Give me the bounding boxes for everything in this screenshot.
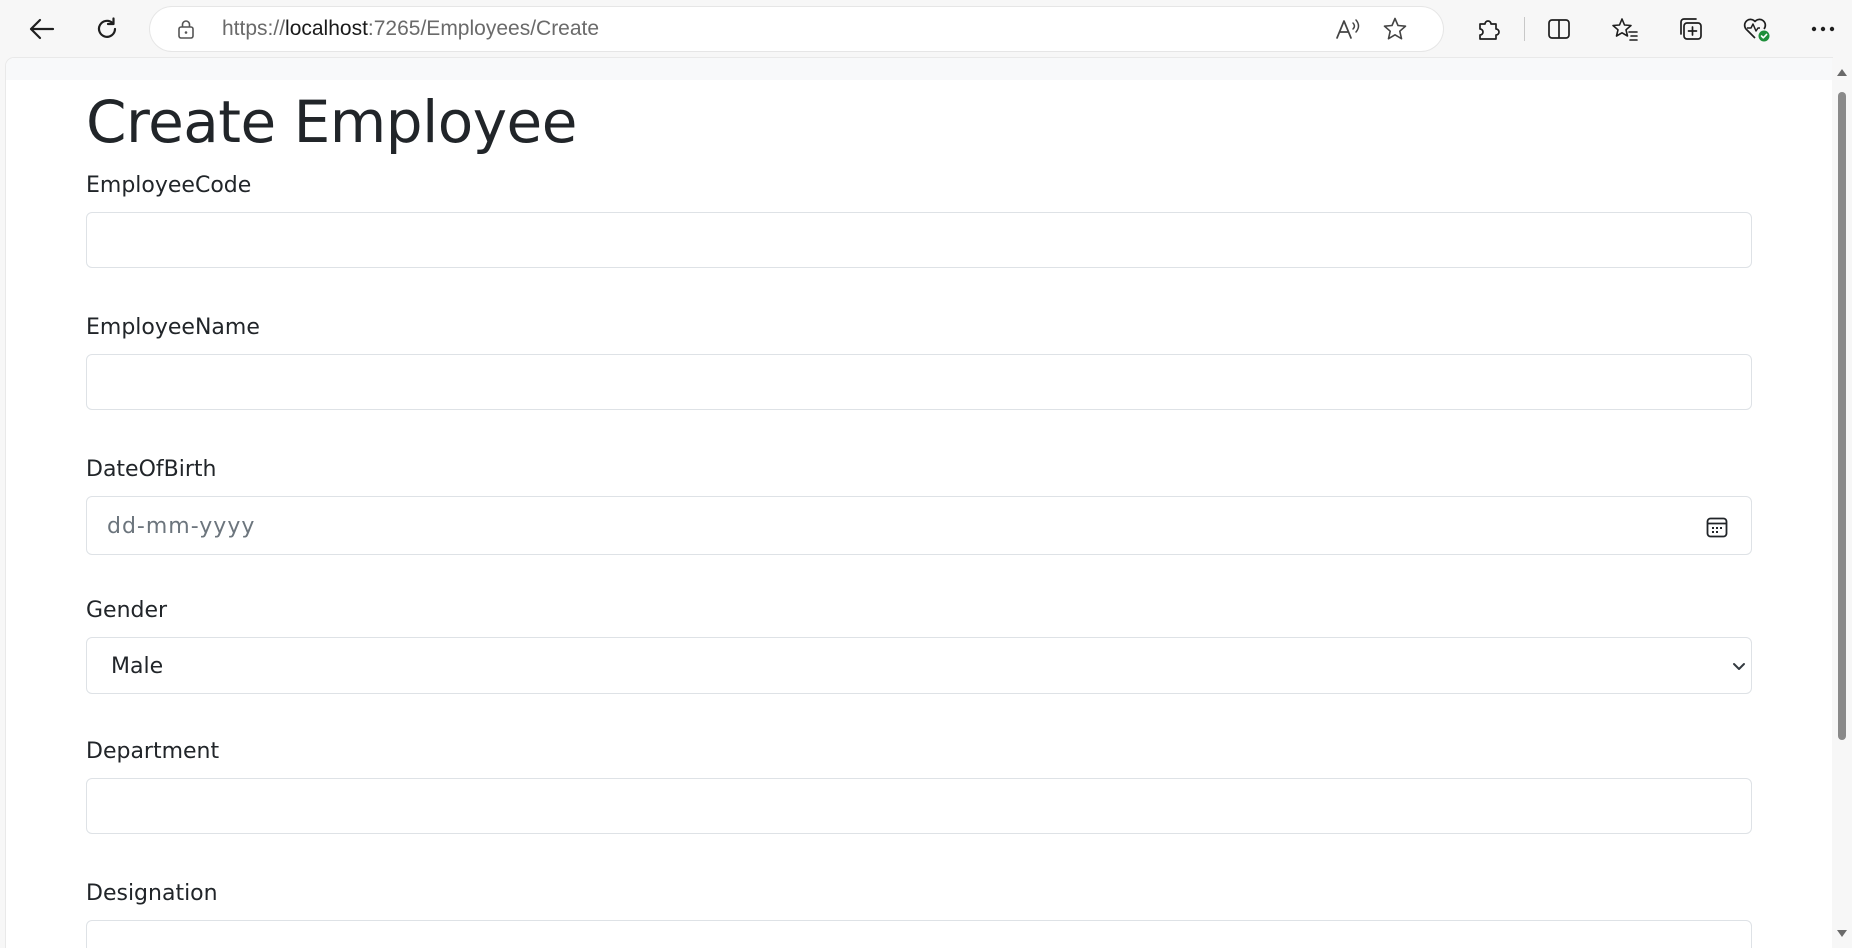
designation-group: Designation [86,878,1752,948]
heart-pulse-icon [1743,18,1770,42]
refresh-icon [97,17,117,38]
department-group: Department [86,736,1752,834]
gender-selected-value: Male [111,654,164,679]
employee-name-input[interactable] [86,354,1752,410]
url-path: :7265/Employees/Create [367,17,600,40]
date-of-birth-input[interactable]: dd-mm-yyyy [86,496,1752,555]
add-favorite-button[interactable] [1380,15,1410,43]
lock-icon[interactable] [176,19,196,39]
read-aloud-icon [1336,19,1360,39]
department-input[interactable] [86,778,1752,834]
calendar-icon[interactable] [1705,515,1729,539]
employee-code-label: EmployeeCode [86,173,252,198]
collections-button[interactable] [1672,11,1710,47]
puzzle-icon [1479,20,1500,40]
date-of-birth-group: DateOfBirth dd-mm-yyyy [86,454,1752,555]
refresh-button[interactable] [88,11,126,47]
scroll-up-arrow-icon[interactable] [1836,66,1848,78]
page-scrollbar[interactable] [1832,58,1852,948]
extensions-button[interactable] [1469,11,1507,47]
employee-code-group: EmployeeCode [86,170,1752,268]
collections-icon [1680,18,1702,40]
star-icon [1383,17,1407,40]
url-text[interactable]: https://localhost:7265/Employees/Create [222,7,599,51]
split-screen-icon [1548,19,1570,39]
employee-name-label: EmployeeName [86,315,260,340]
url-host: localhost [285,17,368,40]
date-of-birth-placeholder: dd-mm-yyyy [107,514,256,539]
page-title: Create Employee [86,88,577,156]
back-button[interactable] [22,11,60,47]
date-of-birth-label: DateOfBirth [86,457,217,482]
gender-group: Gender Male [86,595,1752,694]
scroll-down-arrow-icon[interactable] [1836,928,1848,940]
split-screen-button[interactable] [1540,11,1578,47]
browser-essentials-button[interactable] [1738,11,1776,47]
address-bar[interactable]: https://localhost:7265/Employees/Create [150,7,1443,51]
scroll-thumb[interactable] [1838,92,1846,740]
create-employee-form: Create Employee EmployeeCode EmployeeNam… [86,80,1752,948]
employee-name-group: EmployeeName [86,312,1752,410]
chevron-down-icon [1733,663,1745,670]
page-top-strip [6,58,1832,80]
employee-code-input[interactable] [86,212,1752,268]
more-dots-icon [1811,26,1835,32]
department-label: Department [86,739,220,764]
browser-toolbar: https://localhost:7265/Employees/Create [0,0,1852,58]
back-arrow-icon [29,18,55,40]
read-aloud-button[interactable] [1333,15,1363,43]
page-viewport: Create Employee EmployeeCode EmployeeNam… [6,58,1832,948]
favorites-list-icon [1612,18,1638,41]
more-menu-button[interactable] [1804,11,1842,47]
favorites-button[interactable] [1606,11,1644,47]
url-prefix: https:// [222,17,286,40]
designation-input[interactable] [86,920,1752,948]
gender-select[interactable]: Male [86,637,1752,694]
gender-label: Gender [86,598,168,623]
toolbar-divider [1524,17,1525,41]
designation-label: Designation [86,881,218,906]
